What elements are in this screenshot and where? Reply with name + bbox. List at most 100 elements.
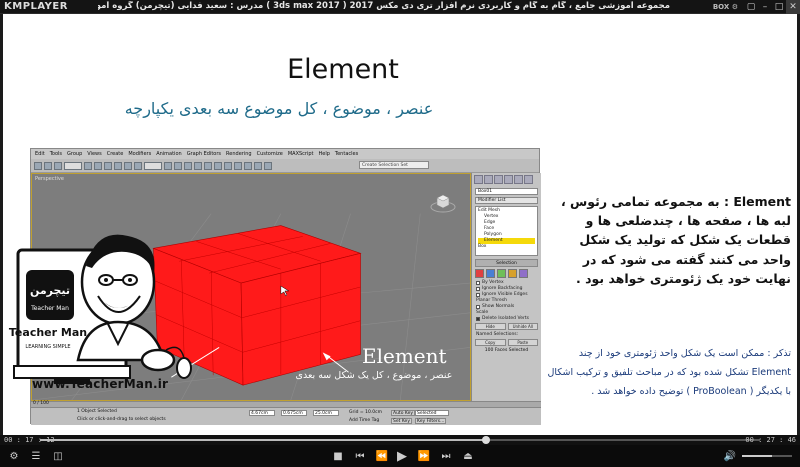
- select-icon: [84, 161, 92, 170]
- polygon-icon: [508, 269, 517, 278]
- max-menu-item: Tools: [49, 151, 63, 157]
- volume-slider[interactable]: [742, 455, 792, 457]
- close-icon[interactable]: ✕: [786, 0, 800, 14]
- faces-selected-status: 100 Faces Selected: [484, 348, 529, 353]
- snap-icon: [174, 161, 182, 170]
- check-show-normals: Show Normals: [476, 304, 537, 309]
- slide-title: Element: [287, 54, 399, 85]
- minimize-icon[interactable]: –: [758, 0, 772, 14]
- hierarchy-tab-icon: [494, 175, 503, 184]
- max-menu-item: Edit: [35, 151, 45, 157]
- display-tab-icon: [514, 175, 523, 184]
- copy-paste-buttons: Copy Paste: [475, 339, 538, 346]
- max-menu-item: Customize: [256, 151, 283, 157]
- element-overlay-label: Element: [362, 344, 447, 368]
- modifier-list-dropdown: Modifier List: [475, 197, 538, 204]
- total-time: 00 : 27 : 46: [745, 436, 796, 444]
- redo-icon: [44, 161, 52, 170]
- unhide-all-button: Unhide All: [507, 323, 538, 330]
- note-paragraph: تذکر : ممکن است یک شکل واحد ژئومتری خود …: [547, 348, 791, 397]
- move-icon: [114, 161, 122, 170]
- filter-dropdown: [64, 161, 82, 170]
- max-menu-item: Graph Editors: [186, 151, 222, 157]
- selection-rollout-header: Selection: [475, 259, 538, 267]
- open-icon[interactable]: ⏏: [460, 449, 476, 463]
- svg-text:Teacher Man: Teacher Man: [9, 326, 87, 339]
- max-main-toolbar: [31, 159, 539, 173]
- command-panel-tabs: [472, 173, 541, 186]
- player-logo[interactable]: KMPLAYER: [4, 1, 68, 12]
- viewport-label: Perspective: [35, 176, 64, 182]
- command-panel: Box01 Modifier List Edit Mesh Vertex Edg…: [471, 173, 541, 401]
- modify-tab-icon: [484, 175, 493, 184]
- next-icon[interactable]: ⏭: [438, 449, 454, 463]
- seek-progress: [40, 439, 487, 441]
- pin-icon[interactable]: ▢: [744, 0, 758, 14]
- render-icon: [264, 161, 272, 170]
- edge-icon: [486, 269, 495, 278]
- play-icon[interactable]: ▶: [394, 449, 410, 464]
- status-hint: Click or click-and-drag to select object…: [77, 417, 166, 422]
- seek-bar[interactable]: [40, 436, 760, 444]
- max-menu-item: Animation: [156, 151, 182, 157]
- capture-icon[interactable]: ◫: [50, 449, 66, 463]
- volume-icon[interactable]: 🔊: [722, 449, 738, 463]
- create-tab-icon: [474, 175, 483, 184]
- video-title: مجموعه آموزشی جامع ، گام به گام و کاربرد…: [98, 1, 670, 11]
- rect-select-icon: [104, 161, 112, 170]
- scale-field: Scale: [476, 310, 489, 315]
- face-icon: [497, 269, 506, 278]
- coord-z-field: 25.0cm: [313, 410, 339, 416]
- subobject-icons: [475, 269, 538, 278]
- copy-button: Copy: [475, 339, 506, 346]
- max-menubar: Edit Tools Group Views Create Modifiers Animat…: [31, 149, 539, 159]
- stop-icon[interactable]: ■: [330, 449, 346, 463]
- check-by-vertex: By Vertex: [476, 280, 537, 285]
- playlist-icon[interactable]: ☰: [28, 449, 44, 463]
- angle-snap-icon: [184, 161, 192, 170]
- rewind-icon[interactable]: ⏪: [374, 449, 390, 463]
- paste-button: Paste: [507, 339, 538, 346]
- object-name-field: Box01: [475, 188, 538, 195]
- box-menu[interactable]: BOX ⚙: [713, 3, 738, 11]
- website-url[interactable]: www.TeacherMan.ir: [32, 377, 168, 391]
- auto-key-button: Auto Key: [391, 410, 416, 416]
- motion-tab-icon: [504, 175, 513, 184]
- maximize-icon[interactable]: □: [772, 0, 786, 14]
- control-bar: ⚙ ☰ ◫ ■ ⏮ ⏪ ▶ ⏩ ⏭ ⏏ 🔊: [0, 445, 800, 467]
- svg-text:Teacher Man: Teacher Man: [30, 305, 69, 312]
- viewcube-icon: [430, 194, 456, 213]
- percent-snap-icon: [194, 161, 202, 170]
- element-overlay-subtitle: عنصر ، موضوع ، کل یک شکل سه بعدی: [295, 370, 453, 381]
- hide-button: Hide: [475, 323, 506, 330]
- settings-icon[interactable]: ⚙: [6, 449, 22, 463]
- mirror-icon: [204, 161, 212, 170]
- rotate-icon: [124, 161, 132, 170]
- stack-item: Box: [478, 244, 487, 249]
- window-controls: BOX ⚙ ▢ – □ ✕: [713, 0, 800, 14]
- selection-set-field: Create Selection Set: [359, 161, 429, 169]
- max-menu-item: Group: [67, 151, 83, 157]
- max-menu-item: Rendering: [226, 151, 252, 157]
- ref-coord-dropdown: [144, 161, 162, 170]
- definition-paragraph: Element : به مجموعه تمامی رئوس ، لبه ها …: [560, 194, 791, 286]
- curve-editor-icon: [234, 161, 242, 170]
- pivot-icon: [164, 161, 172, 170]
- element-icon: [519, 269, 528, 278]
- svg-text:LEARNING SIMPLE: LEARNING SIMPLE: [25, 344, 70, 350]
- previous-icon[interactable]: ⏮: [352, 449, 368, 463]
- scale-icon: [134, 161, 142, 170]
- fast-forward-icon[interactable]: ⏩: [416, 449, 432, 463]
- volume-level: [742, 455, 772, 457]
- hide-buttons: Hide Unhide All: [475, 323, 538, 330]
- player-title-bar: KMPLAYER مجموعه آموزشی جامع ، گام به گام…: [0, 0, 800, 14]
- svg-text:تیچرمن: تیچرمن: [30, 284, 70, 297]
- planar-thresh: Planar Thresh: [476, 298, 507, 303]
- set-key-button: Set Key: [391, 418, 412, 424]
- named-selections-label: Named Selections:: [476, 332, 519, 337]
- coord-x-field: 4.67cm: [249, 410, 275, 416]
- add-time-tag: Add Time Tag: [349, 418, 380, 423]
- link-icon: [54, 161, 62, 170]
- check-ignore-visible-edges: Ignore Visible Edges: [476, 292, 537, 297]
- seek-handle[interactable]: [482, 436, 491, 444]
